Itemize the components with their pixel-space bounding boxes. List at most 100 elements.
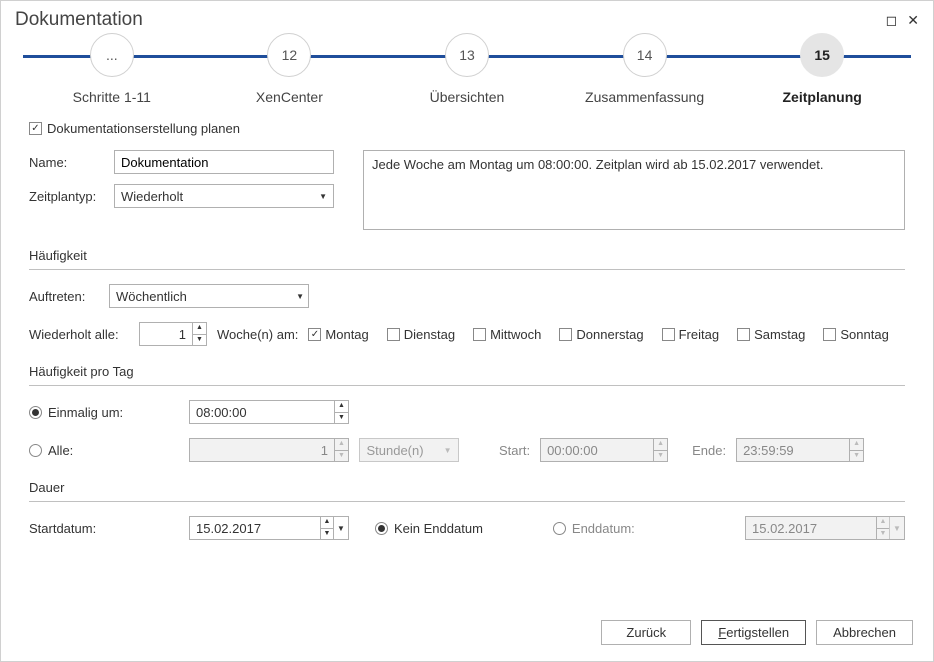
checkbox[interactable]	[473, 328, 486, 341]
alle-radio[interactable]	[29, 444, 42, 457]
day-freitag[interactable]: Freitag	[662, 327, 719, 342]
einmalig-radio[interactable]	[29, 406, 42, 419]
ende-label: Ende:	[692, 443, 726, 458]
day-sonntag[interactable]: Sonntag	[823, 327, 888, 342]
spinner-up-icon: ▲	[850, 439, 863, 451]
startdatum-label: Startdatum:	[29, 521, 179, 536]
repeat-label: Wiederholt alle:	[29, 327, 129, 342]
start-label: Start:	[499, 443, 530, 458]
chevron-down-icon: ▼	[319, 192, 327, 201]
auftreten-value: Wöchentlich	[116, 289, 187, 304]
day-donnerstag[interactable]: Donnerstag	[559, 327, 643, 342]
spinner-down-icon: ▼	[877, 529, 889, 540]
enddatum-value: 15.02.2017	[746, 521, 876, 536]
footer-buttons: Zurück Fertigstellen Abbrechen	[601, 620, 913, 645]
einmalig-label: Einmalig um:	[48, 405, 123, 420]
spinner-down-icon[interactable]: ▼	[321, 529, 333, 540]
day-mittwoch[interactable]: Mittwoch	[473, 327, 541, 342]
auftreten-select[interactable]: Wöchentlich ▼	[109, 284, 309, 308]
step-13[interactable]: 13 Übersichten	[378, 33, 556, 105]
spinner-down-icon[interactable]: ▼	[193, 335, 206, 346]
ende-time-spinner: 23:59:59 ▲▼	[736, 438, 864, 462]
abbrechen-button[interactable]: Abbrechen	[816, 620, 913, 645]
step-1-11[interactable]: ... Schritte 1-11	[23, 33, 201, 105]
name-label: Name:	[29, 155, 114, 170]
schedule-description: Jede Woche am Montag um 08:00:00. Zeitpl…	[363, 150, 905, 230]
step-label: Schritte 1-11	[73, 89, 151, 105]
fertigstellen-button[interactable]: Fertigstellen	[701, 620, 806, 645]
step-label: Zusammenfassung	[585, 89, 704, 105]
start-time-value: 00:00:00	[541, 443, 653, 458]
ende-time-value: 23:59:59	[737, 443, 849, 458]
day-montag[interactable]: Montag	[308, 327, 368, 342]
enddatum-radio[interactable]	[553, 522, 566, 535]
type-select[interactable]: Wiederholt ▼	[114, 184, 334, 208]
name-input[interactable]	[114, 150, 334, 174]
chevron-down-icon: ▼	[296, 292, 304, 301]
checkbox[interactable]	[559, 328, 572, 341]
start-time-spinner: 00:00:00 ▲▼	[540, 438, 668, 462]
zurueck-button[interactable]: Zurück	[601, 620, 691, 645]
spinner-down-icon: ▼	[335, 451, 348, 462]
maximize-icon[interactable]: ◻	[886, 12, 898, 29]
alle-count-spinner: 1 ▲▼	[189, 438, 349, 462]
days-group: Montag Dienstag Mittwoch Donnerstag Frei…	[308, 327, 888, 342]
chevron-down-icon: ▼	[890, 524, 904, 533]
spinner-up-icon[interactable]: ▲	[335, 401, 348, 413]
window-controls: ◻ ✕	[886, 12, 919, 29]
spinner-up-icon: ▲	[877, 517, 889, 529]
auftreten-label: Auftreten:	[29, 289, 99, 304]
spinner-down-icon[interactable]: ▼	[335, 413, 348, 424]
chevron-down-icon: ▼	[444, 446, 452, 455]
step-12[interactable]: 12 XenCenter	[201, 33, 379, 105]
stepper: ... Schritte 1-11 12 XenCenter 13 Übersi…	[23, 33, 911, 113]
day-samstag[interactable]: Samstag	[737, 327, 805, 342]
step-circle: ...	[90, 33, 134, 77]
checkbox[interactable]	[737, 328, 750, 341]
enddatum-picker: 15.02.2017 ▲▼ ▼	[745, 516, 905, 540]
titlebar: Dokumentation ◻ ✕	[1, 1, 933, 33]
einmalig-time-spinner[interactable]: 08:00:00 ▲▼	[189, 400, 349, 424]
checkbox[interactable]	[662, 328, 675, 341]
plan-checkbox-row: Dokumentationserstellung planen	[29, 121, 905, 136]
spinner-up-icon: ▲	[335, 439, 348, 451]
kein-enddatum-label: Kein Enddatum	[394, 521, 483, 536]
einmalig-time-value: 08:00:00	[190, 405, 334, 420]
close-icon[interactable]: ✕	[907, 12, 919, 29]
alle-value: 1	[190, 443, 334, 458]
step-label: XenCenter	[256, 89, 323, 105]
step-label: Übersichten	[430, 89, 505, 105]
repeat-value: 1	[140, 327, 192, 342]
chevron-down-icon[interactable]: ▼	[334, 524, 348, 533]
alle-label: Alle:	[48, 443, 73, 458]
spinner-down-icon: ▼	[654, 451, 667, 462]
step-label: Zeitplanung	[783, 89, 862, 105]
checkbox[interactable]	[823, 328, 836, 341]
checkbox[interactable]	[387, 328, 400, 341]
kein-enddatum-radio[interactable]	[375, 522, 388, 535]
spinner-up-icon[interactable]: ▲	[321, 517, 333, 529]
plan-checkbox[interactable]	[29, 122, 42, 135]
step-circle: 13	[445, 33, 489, 77]
page-title: Dokumentation	[15, 9, 143, 31]
frequency-heading: Häufigkeit	[29, 248, 905, 270]
startdatum-value: 15.02.2017	[190, 521, 320, 536]
step-15[interactable]: 15 Zeitplanung	[733, 33, 911, 105]
step-circle: 12	[267, 33, 311, 77]
checkbox[interactable]	[308, 328, 321, 341]
dauer-heading: Dauer	[29, 480, 905, 502]
day-dienstag[interactable]: Dienstag	[387, 327, 455, 342]
repeat-spinner[interactable]: 1 ▲▼	[139, 322, 207, 346]
spinner-up-icon[interactable]: ▲	[193, 323, 206, 335]
startdatum-picker[interactable]: 15.02.2017 ▲▼ ▼	[189, 516, 349, 540]
step-14[interactable]: 14 Zusammenfassung	[556, 33, 734, 105]
type-select-value: Wiederholt	[121, 189, 183, 204]
type-label: Zeitplantyp:	[29, 189, 114, 204]
step-circle: 14	[623, 33, 667, 77]
weeks-on-label: Woche(n) am:	[217, 327, 298, 342]
perday-heading: Häufigkeit pro Tag	[29, 364, 905, 386]
dialog-window: Dokumentation ◻ ✕ ... Schritte 1-11 12 X…	[0, 0, 934, 662]
enddatum-label: Enddatum:	[572, 521, 635, 536]
plan-checkbox-label: Dokumentationserstellung planen	[47, 121, 240, 136]
alle-unit-select: Stunde(n) ▼	[359, 438, 459, 462]
